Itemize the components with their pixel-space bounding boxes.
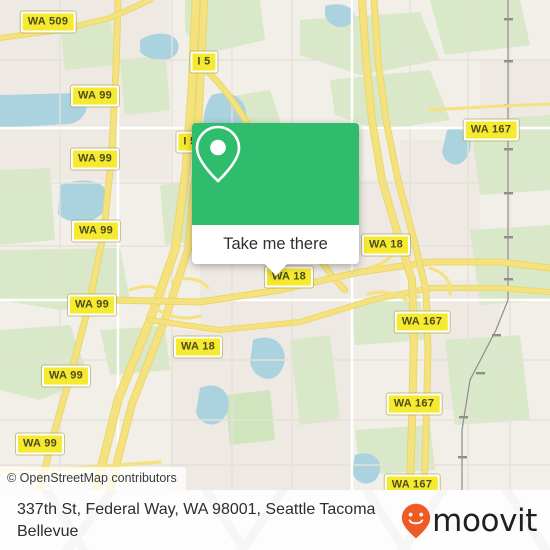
highway-shield: WA 99 (70, 85, 120, 107)
address-line-1: 337th St, Federal Way, WA 98001, Seattle… (17, 501, 376, 518)
highway-shield: WA 167 (386, 393, 442, 415)
map-canvas[interactable]: .park{fill:#d8e8c8} .park2{fill:#cfe5bd}… (0, 0, 550, 490)
moovit-wordmark: moovit (432, 502, 537, 539)
take-me-there-button[interactable]: Take me there (192, 225, 359, 264)
address-line-2: Bellevue (17, 523, 79, 540)
highway-shield: I 5 (190, 51, 218, 73)
popup-pointer (264, 264, 287, 276)
highway-shield: WA 99 (15, 433, 65, 455)
highway-shield: WA 99 (70, 148, 120, 170)
popup-header (192, 123, 359, 225)
highway-shield: WA 18 (361, 234, 411, 256)
map-screenshot: .park{fill:#d8e8c8} .park2{fill:#cfe5bd}… (0, 0, 550, 550)
highway-shield: WA 167 (463, 119, 519, 141)
highway-shield: WA 167 (384, 474, 440, 490)
highway-shield: WA 18 (173, 336, 223, 358)
moovit-logo[interactable]: moovit (401, 503, 537, 539)
highway-shield: WA 99 (67, 294, 117, 316)
highway-shield: WA 167 (394, 311, 450, 333)
map-pin-icon (195, 125, 241, 183)
take-me-there-label: Take me there (223, 235, 328, 253)
highway-shield: WA 509 (20, 11, 76, 33)
address-text: 337th St, Federal Way, WA 98001, Seattle… (17, 499, 387, 543)
moovit-pin-icon (401, 503, 431, 539)
osm-attribution[interactable]: © OpenStreetMap contributors (0, 467, 186, 490)
highway-shield: WA 99 (41, 365, 91, 387)
location-popup-card[interactable]: Take me there (192, 123, 359, 276)
highway-shield: WA 99 (71, 220, 121, 242)
footer-bar: 337th St, Federal Way, WA 98001, Seattle… (0, 490, 550, 550)
